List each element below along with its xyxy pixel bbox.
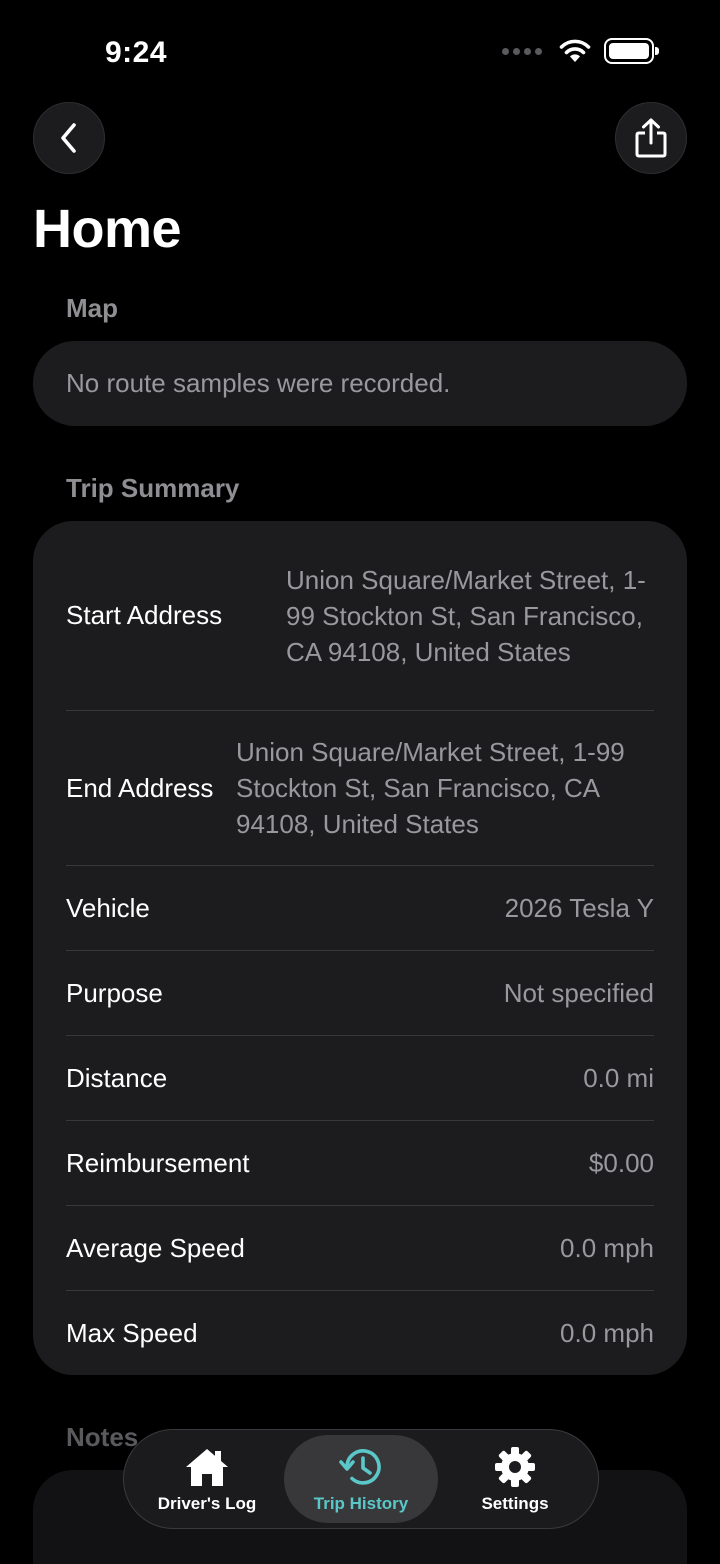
max-speed-value: 0.0 mph (560, 1318, 654, 1348)
start-address-row: Start Address Union Square/Market Street… (66, 521, 654, 711)
status-time: 9:24 (105, 36, 168, 69)
share-icon (635, 118, 667, 158)
vehicle-row: Vehicle 2026 Tesla Y (66, 866, 654, 951)
page-title: Home (33, 199, 182, 259)
chevron-left-icon (61, 123, 76, 153)
share-button[interactable] (615, 102, 687, 174)
reimbursement-row: Reimbursement $0.00 (66, 1121, 654, 1206)
battery-icon (604, 38, 659, 64)
back-button[interactable] (33, 102, 105, 174)
gear-icon (492, 1444, 538, 1490)
tab-label: Trip History (313, 1494, 409, 1513)
tab-label: Settings (481, 1494, 549, 1513)
start-address-value: Union Square/Market Street, 1-99 Stockto… (286, 564, 646, 667)
map-section-label: Map (66, 293, 118, 323)
trip-detail-screen: 9:24 Home Map No route samples were reco… (0, 0, 720, 1564)
tab-bar: Driver's Log Trip History Settings (123, 1429, 599, 1529)
wifi-icon (559, 39, 591, 62)
end-address-label: End Address (66, 772, 214, 803)
trip-summary-card: Start Address Union Square/Market Street… (33, 521, 687, 1375)
tab-settings[interactable]: Settings (438, 1435, 592, 1523)
tab-drivers-log[interactable]: Driver's Log (130, 1435, 284, 1523)
reimbursement-value: $0.00 (588, 1147, 654, 1178)
end-address-value: Union Square/Market Street, 1-99 Stockto… (236, 737, 625, 839)
cellular-signal-icon (502, 47, 542, 55)
reimbursement-label: Reimbursement (66, 1147, 250, 1178)
map-card: No route samples were recorded. (33, 341, 687, 426)
house-icon (184, 1444, 230, 1490)
tab-label: Driver's Log (157, 1494, 257, 1513)
end-address-row: End Address Union Square/Market Street, … (66, 711, 654, 866)
distance-row: Distance 0.0 mi (66, 1036, 654, 1121)
status-indicators (502, 38, 659, 64)
history-icon (338, 1444, 384, 1490)
max-speed-row: Max Speed 0.0 mph (66, 1291, 654, 1376)
purpose-label: Purpose (66, 977, 163, 1008)
map-empty-message: No route samples were recorded. (66, 368, 451, 398)
average-speed-row: Average Speed 0.0 mph (66, 1206, 654, 1291)
tab-trip-history[interactable]: Trip History (284, 1435, 438, 1523)
purpose-value: Not specified (503, 977, 654, 1008)
vehicle-label: Vehicle (66, 892, 150, 923)
vehicle-value: 2026 Tesla Y (504, 892, 654, 923)
distance-value: 0.0 mi (583, 1062, 654, 1093)
average-speed-label: Average Speed (66, 1232, 245, 1263)
average-speed-value: 0.0 mph (560, 1232, 654, 1263)
trip-summary-label: Trip Summary (66, 473, 240, 503)
notes-section-label: Notes (66, 1422, 139, 1452)
distance-label: Distance (66, 1062, 168, 1093)
max-speed-label: Max Speed (66, 1318, 198, 1348)
start-address-label: Start Address (66, 600, 223, 630)
purpose-row: Purpose Not specified (66, 951, 654, 1036)
